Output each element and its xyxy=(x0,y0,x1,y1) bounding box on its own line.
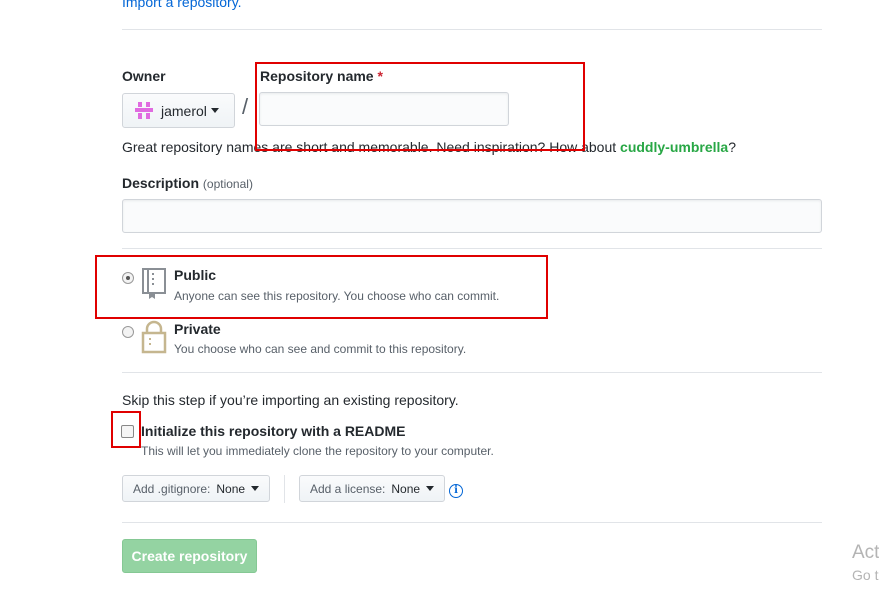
license-label: Add a license: xyxy=(310,481,386,496)
avatar xyxy=(135,101,153,120)
readme-desc: This will let you immediately clone the … xyxy=(141,444,494,458)
select-separator xyxy=(284,475,285,503)
readme-label[interactable]: Initialize this repository with a README xyxy=(141,423,405,439)
optional-hint: (optional) xyxy=(202,177,253,191)
owner-label: Owner xyxy=(122,68,166,84)
owner-select-button[interactable]: jamerol xyxy=(122,93,235,128)
gitignore-select-button[interactable]: Add .gitignore: None xyxy=(122,475,271,502)
chevron-down-icon xyxy=(210,108,219,113)
visibility-divider xyxy=(122,248,822,249)
private-option-title: Private xyxy=(174,321,221,337)
activation-watermark-subtitle: Go t xyxy=(852,567,879,583)
create-repository-button[interactable]: Create repository xyxy=(122,539,257,573)
top-divider xyxy=(122,29,822,30)
lock-icon xyxy=(141,320,167,357)
description-label-text: Description xyxy=(122,175,200,191)
owner-repo-separator: / xyxy=(242,94,249,119)
private-radio[interactable] xyxy=(122,326,134,338)
annotation-box-public xyxy=(95,255,548,319)
gitignore-label: Add .gitignore: xyxy=(133,481,211,496)
import-repository-link[interactable]: Import a repository. xyxy=(122,0,242,10)
init-divider xyxy=(122,372,822,373)
skip-step-note: Skip this step if you’re importing an ex… xyxy=(122,392,459,408)
annotation-box-readme-checkbox xyxy=(111,411,141,448)
license-value: None xyxy=(391,481,421,496)
license-select-button[interactable]: Add a license: None xyxy=(299,475,446,502)
info-icon[interactable]: i xyxy=(449,484,463,498)
private-option-desc: You choose who can see and commit to thi… xyxy=(174,342,467,356)
activation-watermark-title: Act xyxy=(852,542,879,563)
description-input[interactable] xyxy=(122,199,822,233)
description-label: Description (optional) xyxy=(122,175,253,191)
chevron-down-icon xyxy=(251,486,260,491)
gitignore-value: None xyxy=(216,481,246,496)
chevron-down-icon xyxy=(426,486,435,491)
name-suggestion[interactable]: cuddly-umbrella xyxy=(620,139,728,155)
owner-name: jamerol xyxy=(161,102,207,119)
create-divider xyxy=(122,522,822,523)
repository-name-help-suffix: ? xyxy=(728,139,736,155)
annotation-box-repository-name xyxy=(255,62,585,151)
